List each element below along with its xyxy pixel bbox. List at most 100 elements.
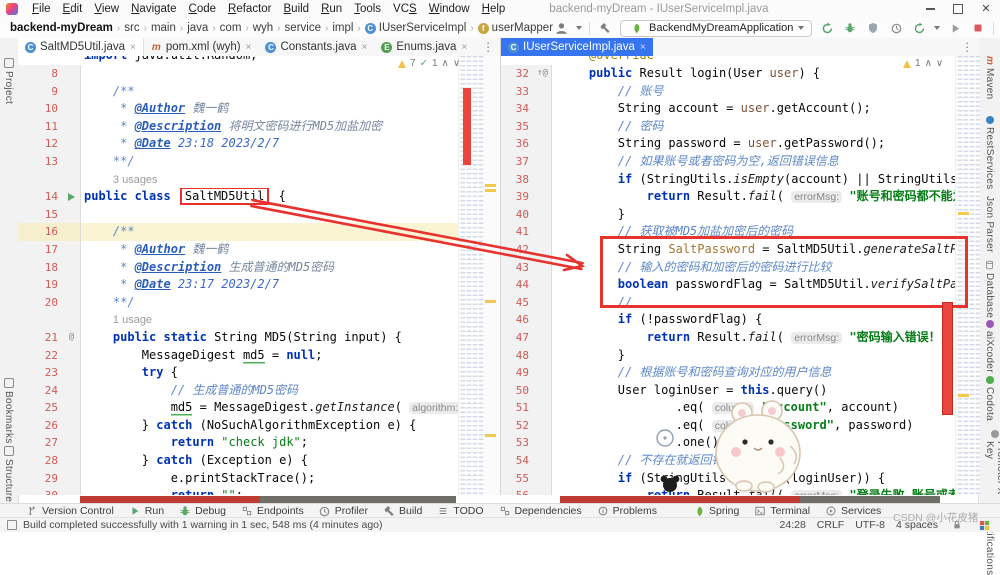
menu-item-run[interactable]: Run [315, 3, 348, 15]
sidebar-item-restservices[interactable]: RestServices [984, 116, 995, 190]
tab-SaltMD5Util-java[interactable]: C SaltMD5Util.java × [18, 38, 144, 56]
tab-IUserServiceImpl-java[interactable]: C IUserServiceImpl.java × [501, 38, 653, 56]
line-number[interactable]: 17 [18, 241, 63, 259]
minimize-button[interactable] [916, 0, 944, 18]
line-number[interactable]: 36 [501, 135, 534, 153]
breadcrumb-item-IUserServiceImpl[interactable]: C IUserServiceImpl [364, 22, 466, 34]
line-number[interactable]: 51 [501, 399, 534, 417]
line-number[interactable]: 47 [501, 329, 534, 347]
left-editor[interactable]: import java.util.Random;89 /**10 * @Auth… [18, 56, 458, 495]
close-icon[interactable]: × [461, 42, 467, 53]
line-number[interactable]: 25 [18, 399, 63, 417]
caret-position[interactable]: 24:28 [780, 519, 806, 531]
line-number[interactable]: 21 [18, 329, 63, 347]
line-number[interactable]: 15 [18, 206, 63, 224]
line-number[interactable]: 56 [501, 487, 534, 495]
breadcrumb-item-wyh[interactable]: wyh [253, 22, 273, 34]
right-minimap[interactable] [955, 56, 980, 495]
line-number[interactable]: 19 [18, 276, 63, 294]
menu-item-navigate[interactable]: Navigate [125, 3, 182, 15]
menu-item-view[interactable]: View [88, 3, 125, 15]
breadcrumb-item-impl[interactable]: impl [332, 22, 353, 34]
line-number[interactable]: 35 [501, 118, 534, 136]
toolwindow-button-run[interactable]: Run [129, 505, 164, 517]
prev-issue-icon[interactable]: ∧ [442, 58, 449, 69]
close-icon[interactable]: × [640, 42, 646, 53]
stop-icon[interactable] [970, 20, 986, 36]
line-number[interactable]: 14 [18, 188, 63, 206]
run-config-select[interactable]: BackendMyDreamApplication [620, 19, 813, 37]
file-encoding[interactable]: UTF-8 [855, 519, 885, 531]
line-number[interactable]: 43 [501, 259, 534, 277]
line-number[interactable]: 53 [501, 434, 534, 452]
maximize-button[interactable] [944, 0, 972, 18]
restart-services-icon[interactable] [911, 20, 927, 36]
menu-item-refactor[interactable]: Refactor [222, 3, 277, 15]
breadcrumb-item-src[interactable]: src [124, 22, 139, 34]
line-number[interactable]: 54 [501, 452, 534, 470]
sidebar-item-structure[interactable]: Structure [3, 446, 14, 502]
debug-icon[interactable] [842, 20, 858, 36]
breadcrumb-item-java[interactable]: java [187, 22, 208, 34]
more-tabs-icon[interactable]: ⋮ [956, 38, 980, 56]
breadcrumb-item-com[interactable]: com [220, 22, 242, 34]
line-number[interactable]: 26 [18, 417, 63, 435]
next-issue-icon[interactable]: ∨ [936, 58, 943, 69]
line-number[interactable]: 27 [18, 434, 63, 452]
sidebar-item-key-promoter-x[interactable]: Key Promoter X [984, 430, 1000, 503]
line-number[interactable]: 52 [501, 417, 534, 435]
close-icon[interactable]: × [246, 42, 252, 53]
line-number[interactable]: 48 [501, 347, 534, 365]
menu-item-tools[interactable]: Tools [348, 3, 387, 15]
left-error-stripe[interactable] [484, 56, 500, 495]
tab-pom-xml-wyh-[interactable]: m pom.xml (wyh) × [144, 38, 259, 56]
sidebar-item-maven[interactable]: m Maven [984, 56, 995, 100]
line-number[interactable]: 29 [18, 470, 63, 488]
line-number[interactable]: 11 [18, 118, 63, 136]
line-number[interactable]: 45 [501, 294, 534, 312]
line-number[interactable]: 50 [501, 382, 534, 400]
menu-item-build[interactable]: Build [278, 3, 316, 15]
tab-Enums-java[interactable]: E Enums.java × [374, 38, 474, 56]
menu-item-vcs[interactable]: VCS [387, 3, 423, 15]
close-icon[interactable]: × [362, 42, 368, 53]
line-number[interactable]: 24 [18, 382, 63, 400]
menu-item-window[interactable]: Window [423, 3, 476, 15]
menu-item-code[interactable]: Code [183, 3, 223, 15]
run-gutter-icon[interactable] [68, 192, 75, 201]
breadcrumb-item-backend-myDream[interactable]: backend-myDream [10, 22, 113, 34]
line-number[interactable]: 12 [18, 135, 63, 153]
build-hammer-icon[interactable] [597, 20, 613, 36]
toolwindow-button-version-control[interactable]: Version Control [26, 505, 114, 517]
line-number[interactable]: 16 [18, 223, 63, 241]
sidebar-item-database[interactable]: Database [984, 260, 995, 318]
indent-setting[interactable]: 4 spaces [896, 519, 938, 531]
usages-inlay-hint[interactable]: 3 usages [113, 174, 158, 186]
right-editor-pane[interactable]: CIUserServiceImpl.java×⋮ @Override32↑@ p… [500, 38, 980, 495]
right-inspections-widget[interactable]: 1 ∧ ∨ [903, 58, 943, 69]
menu-item-help[interactable]: Help [476, 3, 512, 15]
breadcrumb-item-userMapper[interactable]: f userMapper [477, 22, 553, 34]
more-tabs-icon[interactable]: ⋮ [477, 38, 501, 56]
line-number[interactable]: 40 [501, 206, 534, 224]
toolwindow-button-spring[interactable]: Spring [693, 505, 739, 517]
menu-item-edit[interactable]: Edit [57, 3, 89, 15]
line-number[interactable]: 38 [501, 171, 534, 189]
right-hscrollbar[interactable] [800, 495, 940, 503]
toolwindow-button-profiler[interactable]: Profiler [319, 505, 368, 517]
sidebar-item-aixcoder[interactable]: aiXcoder [984, 320, 995, 373]
close-icon[interactable]: × [130, 42, 136, 53]
usages-inlay-hint[interactable]: 1 usage [113, 314, 152, 326]
rerun-icon[interactable] [819, 20, 835, 36]
line-number[interactable]: 10 [18, 100, 63, 118]
line-number[interactable]: 8 [18, 65, 63, 83]
left-editor-pane[interactable]: C SaltMD5Util.java × m pom.xml (wyh) × C Consta… [18, 38, 500, 495]
left-minimap[interactable] [458, 56, 485, 495]
sidebar-item-json-parser[interactable]: Json Parser [984, 196, 995, 253]
line-number[interactable]: 33 [501, 83, 534, 101]
toolwindow-button-services[interactable]: Services [825, 505, 881, 517]
line-number[interactable]: 18 [18, 259, 63, 277]
breadcrumb-item-service[interactable]: service [285, 22, 321, 34]
line-number[interactable]: 22 [18, 347, 63, 365]
play-icon[interactable] [947, 20, 963, 36]
